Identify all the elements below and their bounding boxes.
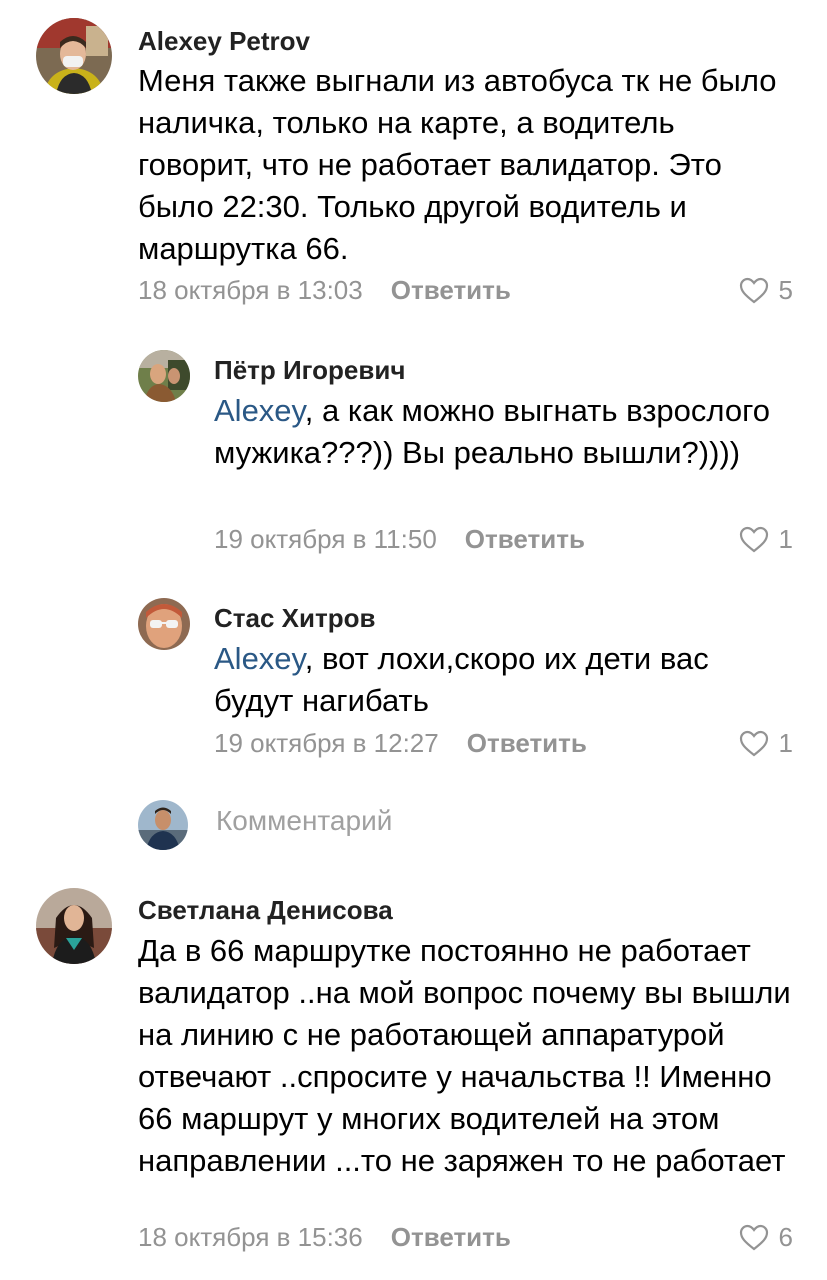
comment-text: Меня также выгнали из автобуса тк не был… [138,60,798,270]
mention-link[interactable]: Alexey [214,393,305,428]
comment-body: Меня также выгнали из автобуса тк не был… [138,63,777,266]
heart-outline-icon [739,277,768,303]
avatar[interactable] [138,598,190,650]
comment-meta: 18 октября в 13:03 Ответить [138,275,511,306]
comment-date[interactable]: 18 октября в 13:03 [138,275,363,306]
like-button[interactable]: 1 [739,524,793,555]
like-count: 1 [778,728,793,758]
reply-button[interactable]: Ответить [465,524,585,555]
like-button[interactable]: 5 [739,275,793,306]
current-user-avatar [138,800,188,850]
comment-meta: 18 октября в 15:36 Ответить [138,1222,511,1253]
heart-outline-icon [739,526,768,552]
reply-button[interactable]: Ответить [467,728,587,759]
like-count: 1 [778,524,793,554]
like-count: 5 [778,275,793,305]
like-button[interactable]: 6 [739,1222,793,1253]
comment-input[interactable]: Комментарий [216,805,392,837]
reply-button[interactable]: Ответить [391,275,511,306]
comment-date[interactable]: 19 октября в 12:27 [214,728,439,759]
avatar[interactable] [36,18,112,94]
mention-link[interactable]: Alexey [214,641,305,676]
comment-author[interactable]: Alexey Petrov [138,26,310,57]
reply-button[interactable]: Ответить [391,1222,511,1253]
like-count: 6 [778,1222,793,1252]
avatar[interactable] [36,888,112,964]
comment-author[interactable]: Стас Хитров [214,603,375,634]
comment-date[interactable]: 18 октября в 15:36 [138,1222,363,1253]
comment-meta: 19 октября в 12:27 Ответить [214,728,587,759]
heart-outline-icon [739,730,768,756]
heart-outline-icon [739,1224,768,1250]
comment-text: Alexey, а как можно выгнать взрослого му… [214,390,774,474]
comment-date[interactable]: 19 октября в 11:50 [214,524,437,555]
reply-composer: Комментарий [0,795,827,855]
like-button[interactable]: 1 [739,728,793,759]
comment-text: Alexey, вот лохи,скоро их дети вас будут… [214,638,774,722]
comment-text: Да в 66 маршрутке постоянно не работает … [138,930,808,1182]
comment-author[interactable]: Светлана Денисова [138,895,393,926]
comment-meta: 19 октября в 11:50 Ответить [214,524,585,555]
comment-body: Да в 66 маршрутке постоянно не работает … [138,933,791,1178]
comment-author[interactable]: Пётр Игоревич [214,355,405,386]
avatar[interactable] [138,350,190,402]
